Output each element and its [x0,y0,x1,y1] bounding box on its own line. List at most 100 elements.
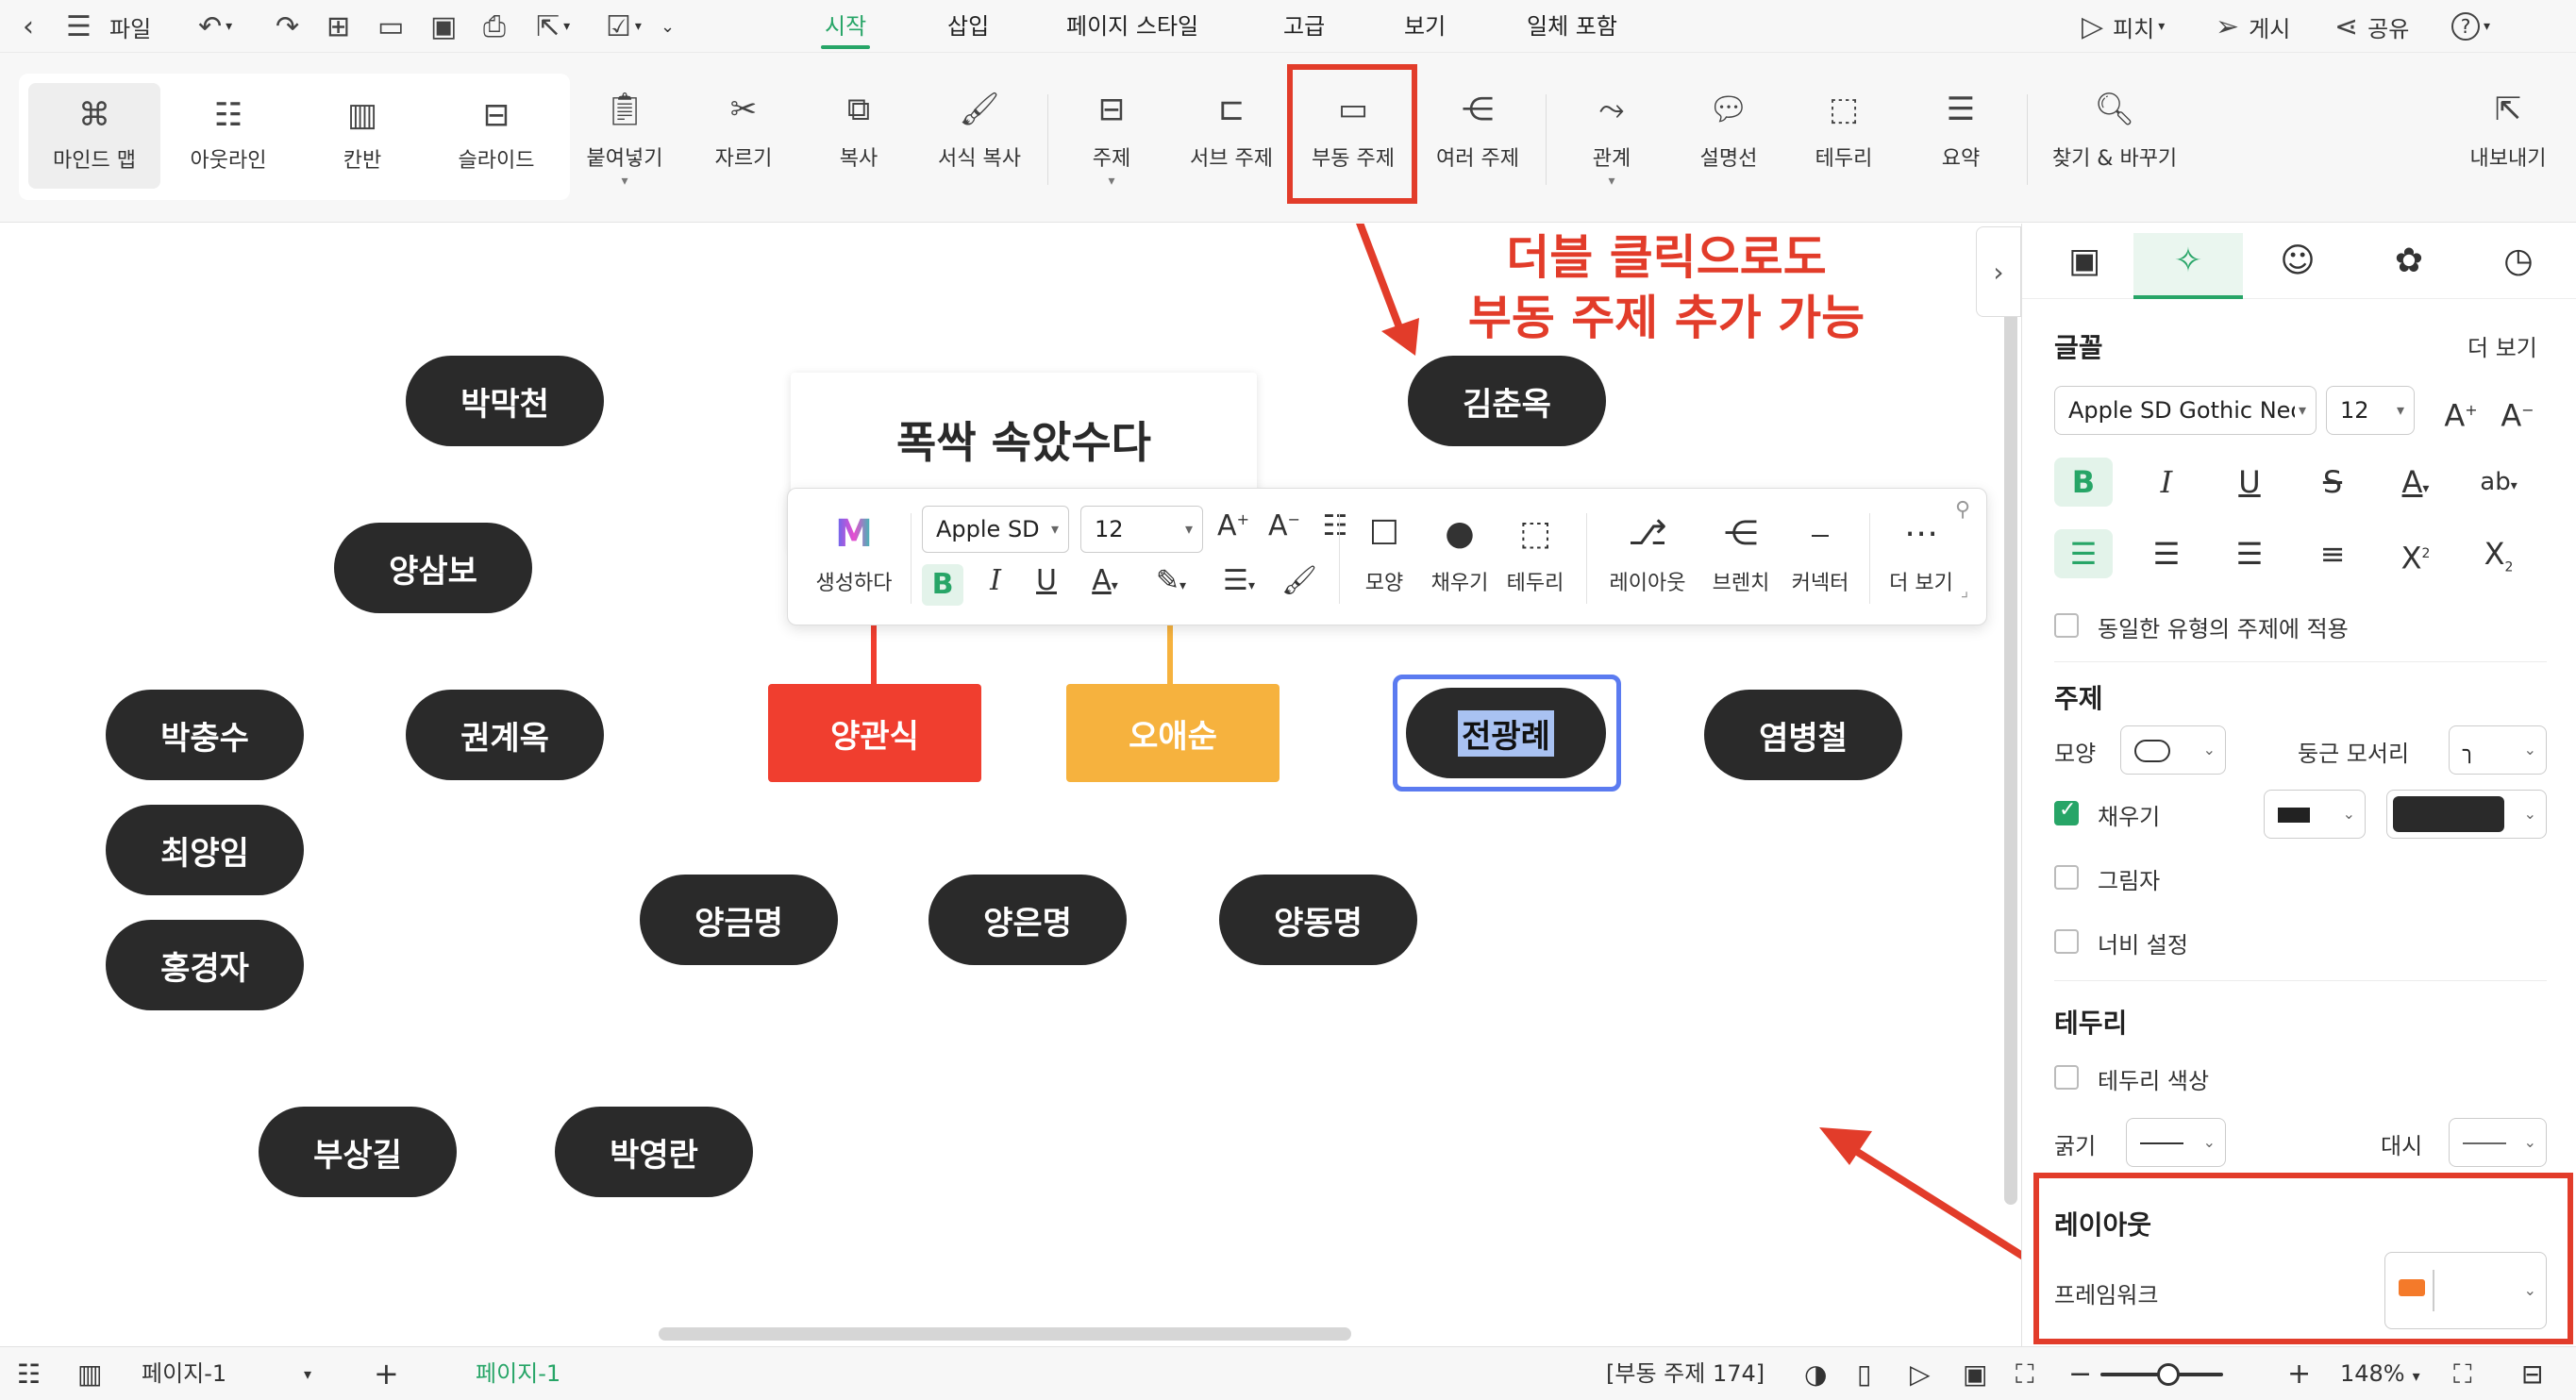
panel-strikethrough-button[interactable]: S [2303,458,2362,507]
pitch-button[interactable]: ▷ 피치 ▾ [2082,0,2165,53]
fullscreen-fit-icon[interactable]: ⛶ [2016,1347,2034,1400]
dash-select[interactable]: ⌄ [2449,1118,2547,1167]
publish-button[interactable]: ➢ 게시 [2216,0,2290,53]
fill-color-select[interactable]: ⌄ [2386,790,2547,839]
page-select[interactable]: 페이지-1 ▾ [142,1347,330,1400]
file-menu[interactable]: 파일 [109,0,151,53]
relationship-button[interactable]: ⤳ 관계 ▾ [1566,85,1657,217]
tab-start[interactable]: 시작 [820,0,871,53]
align-justify-button[interactable]: ≡ [2303,529,2362,578]
share-button[interactable]: ⋖ 공유 [2334,0,2409,53]
subscript-button[interactable]: X2 [2469,529,2528,578]
selected-topic-text[interactable]: 전광례 [1458,709,1554,757]
zoom-out-icon[interactable]: − [2068,1347,2092,1400]
fill-type-select[interactable]: ⌄ [2264,790,2366,839]
tab-history[interactable]: ◷ [2464,233,2573,290]
floating-topic[interactable]: 김춘옥 [1408,356,1606,446]
align-right-button[interactable]: ☰ [2220,529,2279,578]
thickness-select[interactable]: ⌄ [2126,1118,2226,1167]
open-folder-icon[interactable]: ▭ [377,0,404,53]
tab-page-format[interactable]: ▣ [2030,233,2139,290]
tab-style[interactable]: ✧ [2133,233,2243,299]
floating-topic[interactable]: 박막천 [406,356,604,446]
tab-view[interactable]: 보기 [1404,0,1446,53]
zoom-level[interactable]: 148% ▾ [2340,1347,2420,1400]
width-setting-checkbox[interactable] [2054,929,2079,954]
generate-ai-button[interactable]: M 생성하다 [807,511,901,596]
floating-topic[interactable]: 양은명 [928,875,1127,965]
undo-icon[interactable]: ↶ ▾ [198,0,232,53]
border-color-checkbox[interactable] [2054,1065,2079,1090]
pin-icon[interactable]: ⚲ [1949,498,1977,522]
increase-font-size-icon[interactable]: A+ [2432,386,2490,435]
horizontal-scrollbar[interactable] [659,1327,1351,1341]
underline-button[interactable]: U [1028,564,1065,597]
bullet-list-icon[interactable]: ☰▾ [1211,564,1267,597]
copy-button[interactable]: ⧉ 복사 [813,85,904,217]
corner-select[interactable]: ╮ ⌄ [2449,725,2547,775]
view-outline[interactable]: ☷ 아웃라인 [162,83,294,189]
panel-italic-button[interactable]: I [2137,458,2196,507]
more-chevron-icon[interactable]: ⌄ [661,0,675,53]
page-list-icon[interactable]: ☷ [17,1347,41,1400]
resize-icon[interactable]: ⌟ [1950,581,1979,601]
tab-theme[interactable]: ✿ [2354,233,2464,290]
connector-button[interactable]: ⎯ 커넥터 [1781,511,1860,596]
floating-topic[interactable]: 박영란 [555,1107,753,1197]
fullscreen-icon[interactable]: ⛶ [2453,1347,2472,1400]
new-file-icon[interactable]: ⊞ [326,0,350,53]
floating-topic[interactable]: 최양임 [106,805,304,895]
view-mindmap[interactable]: ⌘ 마인드 맵 [28,83,160,189]
bold-button[interactable]: B [922,564,963,606]
print-icon[interactable]: ⎙ [483,0,506,53]
increase-font-icon[interactable]: A+ [1214,509,1252,542]
panel-text-color-button[interactable]: A▾ [2386,458,2445,507]
find-replace-button[interactable]: 🔍︎ 찾기 & 바꾸기 [2046,85,2183,217]
book-icon[interactable]: ▯ [1857,1347,1871,1400]
zoom-slider-handle[interactable] [2157,1363,2180,1386]
page-tab-active[interactable]: 페이지-1 [476,1347,560,1400]
shape-select[interactable]: ⌄ [2120,725,2226,775]
fill-button[interactable]: ● 채우기 [1422,511,1497,596]
tab-insert[interactable]: 삽입 [947,0,989,53]
task-icon[interactable]: ☑ ▾ [606,0,642,53]
superscript-button[interactable]: X2 [2386,529,2445,578]
paste-button[interactable]: 📋︎ 붙여넣기 ▾ [579,85,670,217]
export-button[interactable]: ⇱ 내보내기 [2461,85,2555,217]
help-button[interactable]: ? ▾ [2451,0,2490,53]
fit-page-icon[interactable]: ▣ [1963,1347,1987,1400]
back-icon[interactable]: ‹ [23,0,34,53]
floating-topic[interactable]: 양삼보 [334,523,532,613]
floating-topic[interactable]: 부상길 [259,1107,457,1197]
format-brush-icon[interactable]: 🖌︎ [1279,564,1320,597]
panel-underline-button[interactable]: U [2220,458,2279,507]
redo-icon[interactable]: ↷ [276,0,299,53]
panel-text-case-button[interactable]: ab▾ [2469,458,2528,507]
layout-button[interactable]: ⎇ 레이아웃 [1596,511,1699,596]
callout-button[interactable]: 💬︎ 설명선 [1681,85,1776,217]
shadow-checkbox[interactable] [2054,865,2079,890]
view-kanban[interactable]: ▥ 칸반 [296,83,428,189]
boundary-button[interactable]: ⬚ 테두리 [1798,85,1889,217]
panel-font-size-select[interactable]: 12 ▾ [2326,386,2415,435]
topic-yellow[interactable]: 오애순 [1066,684,1280,782]
collapse-panel-button[interactable]: › [1976,226,2021,317]
floating-topic[interactable]: 권계옥 [406,690,604,780]
fill-checkbox[interactable] [2054,798,2079,825]
add-page-icon[interactable]: + [374,1347,399,1400]
topic-button[interactable]: ⊟ 주제 ▾ [1066,85,1157,217]
tab-ai[interactable]: 일체 포함 [1527,0,1617,53]
export-icon[interactable]: ⇱ ▾ [536,0,570,53]
cut-button[interactable]: ✂ 자르기 [698,85,789,217]
page-panel-icon[interactable]: ▥ [77,1347,102,1400]
text-list-icon[interactable]: ☷ [1316,509,1354,542]
save-icon[interactable]: ▣ [430,0,457,53]
vertical-scrollbar[interactable] [2004,261,2017,1205]
view-slides[interactable]: ⊟ 슬라이드 [430,83,562,189]
selected-topic[interactable]: 전광례 [1406,688,1606,778]
hamburger-icon[interactable]: ☰ [66,0,92,53]
highlighter-icon[interactable]: ✎▾ [1145,564,1197,597]
decrease-font-size-icon[interactable]: A− [2488,386,2547,435]
play-presentation-icon[interactable]: ▷ [1910,1347,1931,1400]
apply-same-type-checkbox[interactable] [2054,613,2079,638]
